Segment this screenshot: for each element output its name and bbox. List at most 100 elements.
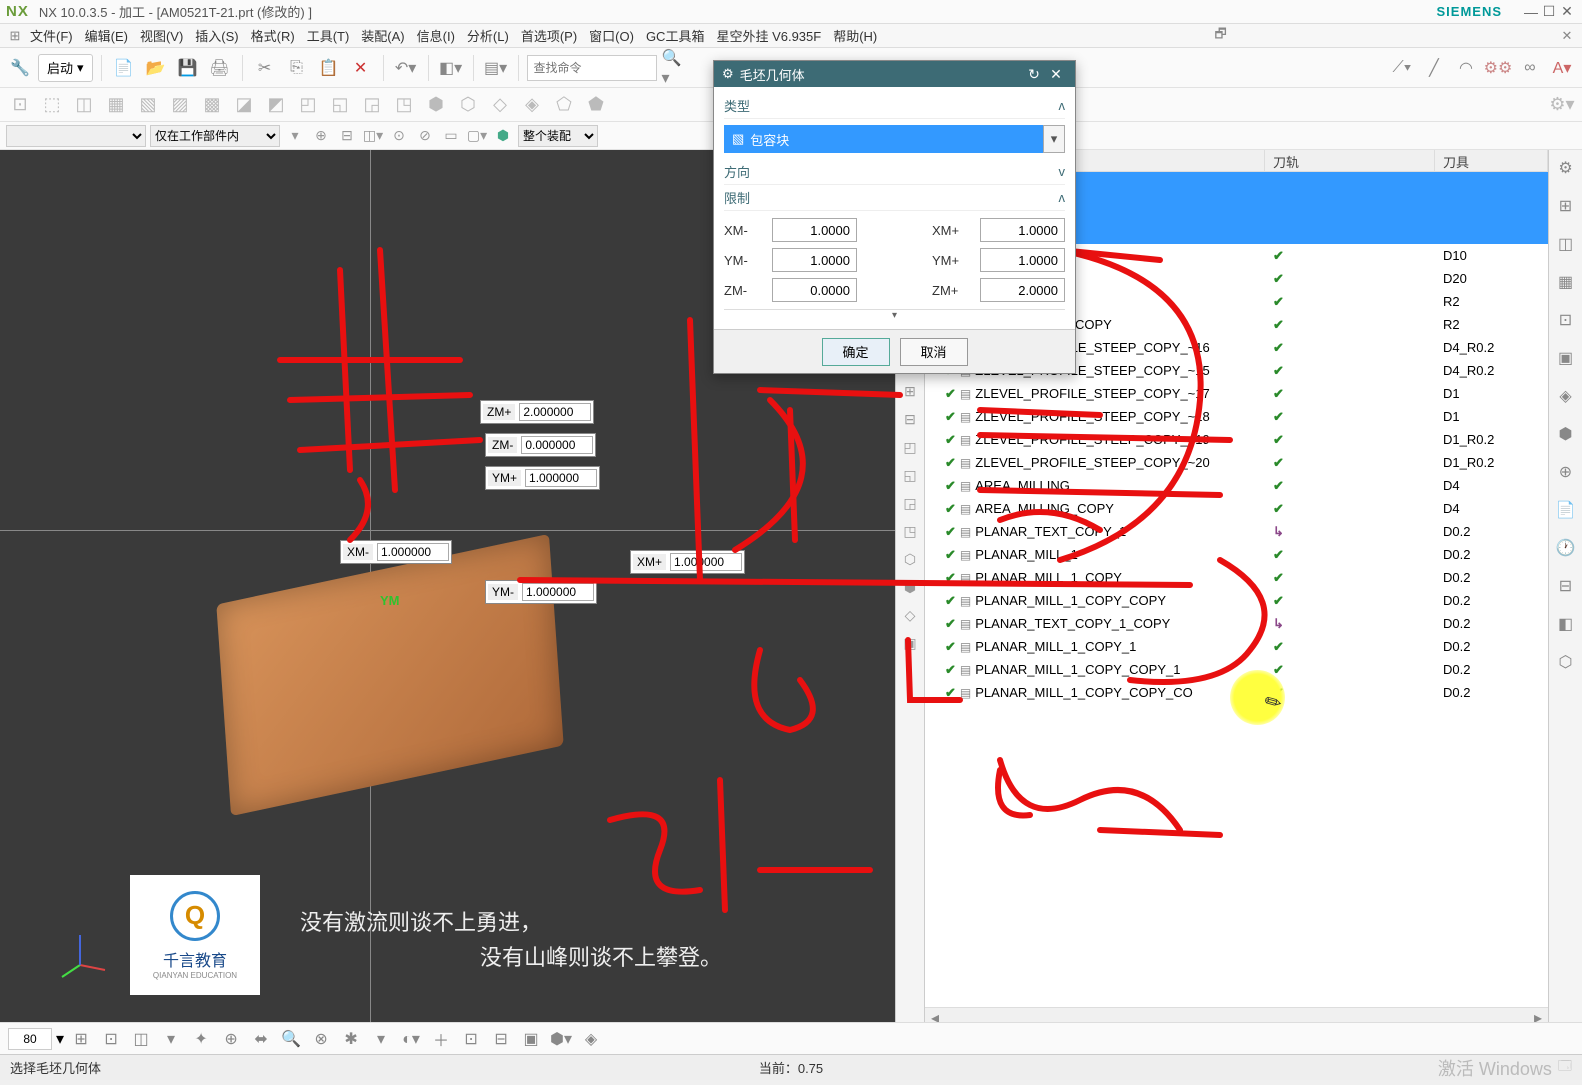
bt-icon[interactable]: ⊟ bbox=[488, 1026, 514, 1052]
sel-icon-7[interactable]: ▭ bbox=[440, 125, 462, 147]
tool-icon-10[interactable]: ◰ bbox=[294, 91, 322, 119]
bt-icon[interactable]: ＋ bbox=[428, 1026, 454, 1052]
clock-icon[interactable]: 🕐 bbox=[1554, 536, 1578, 560]
tool-icon-15[interactable]: ⬡ bbox=[454, 91, 482, 119]
bt-icon[interactable]: ⬌ bbox=[248, 1026, 274, 1052]
menu-prefs[interactable]: 首选项(P) bbox=[515, 26, 583, 45]
bt-icon[interactable]: ⊡ bbox=[458, 1026, 484, 1052]
start-dropdown[interactable]: 启动▾ bbox=[38, 54, 93, 82]
vb-icon[interactable]: ◰ bbox=[899, 436, 921, 458]
vb-icon[interactable]: ⊞ bbox=[899, 380, 921, 402]
vb-icon[interactable]: ◇ bbox=[899, 604, 921, 626]
vb-icon[interactable]: ◱ bbox=[899, 464, 921, 486]
bt-icon[interactable]: ✱ bbox=[338, 1026, 364, 1052]
tool-icon-5[interactable]: ▧ bbox=[134, 91, 162, 119]
tool-icon-14[interactable]: ⬢ bbox=[422, 91, 450, 119]
copy-icon[interactable]: ⎘ bbox=[283, 54, 311, 82]
delete-icon[interactable]: ✕ bbox=[347, 54, 375, 82]
tree-row[interactable]: ✔▤ZLEVEL_PROFILE_STEEP_COPY_~17✔D1 bbox=[925, 382, 1548, 405]
dialog-titlebar[interactable]: ⚙ 毛坯几何体 ↻ ✕ bbox=[714, 61, 1075, 87]
paste-icon[interactable]: 📋 bbox=[315, 54, 343, 82]
new-icon[interactable]: 📄 bbox=[110, 54, 138, 82]
view-cube-icon[interactable]: ◧▾ bbox=[437, 54, 465, 82]
nav-icon[interactable]: ⬡ bbox=[1554, 650, 1578, 674]
tree-row[interactable]: ✔▤PLANAR_MILL_1✔D0.2 bbox=[925, 543, 1548, 566]
arc-icon[interactable]: ◠ bbox=[1452, 54, 1480, 82]
sel-icon-6[interactable]: ⊘ bbox=[414, 125, 436, 147]
xm-minus-input[interactable] bbox=[772, 218, 857, 242]
zm-plus-input[interactable] bbox=[980, 278, 1065, 302]
page-icon[interactable]: 📄 bbox=[1554, 498, 1578, 522]
tree-row[interactable]: ✔▤PLANAR_MILL_1_COPY_COPY✔D0.2 bbox=[925, 589, 1548, 612]
sel-icon-5[interactable]: ⊙ bbox=[388, 125, 410, 147]
cancel-button[interactable]: 取消 bbox=[900, 338, 968, 366]
line-icon[interactable]: ╱ bbox=[1420, 54, 1448, 82]
tree-row[interactable]: ✔▤ZLEVEL_PROFILE_STEEP_COPY_~18✔D1 bbox=[925, 405, 1548, 428]
gears-icon[interactable]: ⚙⚙ bbox=[1484, 54, 1512, 82]
menu-bar[interactable]: ⊞ 文件(F) 编辑(E) 视图(V) 插入(S) 格式(R) 工具(T) 装配… bbox=[0, 24, 1582, 48]
bt-icon[interactable]: ◈ bbox=[578, 1026, 604, 1052]
vb-icon[interactable]: ◳ bbox=[899, 520, 921, 542]
tool-icon-6[interactable]: ▨ bbox=[166, 91, 194, 119]
bt-icon[interactable]: ⬢▾ bbox=[548, 1026, 574, 1052]
open-icon[interactable]: 📂 bbox=[142, 54, 170, 82]
vb-icon[interactable]: ◲ bbox=[899, 492, 921, 514]
float-zm-minus[interactable]: ZM- bbox=[485, 433, 596, 457]
float-ym-plus[interactable]: YM+ bbox=[485, 466, 600, 490]
tool-icon-12[interactable]: ◲ bbox=[358, 91, 386, 119]
tree-row[interactable]: ✔▤PLANAR_MILL_1_COPY✔D0.2 bbox=[925, 566, 1548, 589]
bt-icon[interactable]: ▣ bbox=[518, 1026, 544, 1052]
wrench-icon[interactable]: 🔧 bbox=[6, 54, 34, 82]
ok-button[interactable]: 确定 bbox=[822, 338, 890, 366]
bt-icon[interactable]: ⊕ bbox=[218, 1026, 244, 1052]
menu-format[interactable]: 格式(R) bbox=[245, 26, 301, 45]
tree-row[interactable]: ✔▤ZLEVEL_PROFILE_STEEP_COPY_~19✔D1_R0.2 bbox=[925, 428, 1548, 451]
bt-icon[interactable]: ⊞ bbox=[68, 1026, 94, 1052]
float-zm-plus[interactable]: ZM+ bbox=[480, 400, 594, 424]
vb-icon[interactable]: ⬡ bbox=[899, 548, 921, 570]
nav-icon[interactable]: ◈ bbox=[1554, 384, 1578, 408]
tree-row[interactable]: ✔▤PLANAR_MILL_1_COPY_1✔D0.2 bbox=[925, 635, 1548, 658]
menu-file[interactable]: 文件(F) bbox=[24, 26, 79, 45]
vb-icon[interactable]: ⬢ bbox=[899, 576, 921, 598]
ym-minus-input[interactable] bbox=[772, 248, 857, 272]
minimize-button[interactable]: — bbox=[1522, 4, 1540, 20]
menu-info[interactable]: 信息(I) bbox=[411, 26, 461, 45]
sel-icon-8[interactable]: ▢▾ bbox=[466, 125, 488, 147]
menu-window[interactable]: 窗口(O) bbox=[583, 26, 640, 45]
blank-geometry-dialog[interactable]: ⚙ 毛坯几何体 ↻ ✕ 类型 ʌ ▧包容块 ▾ 方向 v 限制 ʌ XM- XM… bbox=[713, 60, 1076, 374]
ym-plus-input[interactable] bbox=[980, 248, 1065, 272]
tool-icon-3[interactable]: ◫ bbox=[70, 91, 98, 119]
child-close-icon[interactable]: ✕ bbox=[1558, 28, 1576, 44]
float-xm-plus[interactable]: XM+ bbox=[630, 550, 745, 574]
dialog-expand-handle[interactable]: ▾ bbox=[724, 309, 1065, 323]
bt-icon[interactable]: ▾ bbox=[368, 1026, 394, 1052]
float-xm-minus[interactable]: XM- bbox=[340, 540, 452, 564]
menu-assembly[interactable]: 装配(A) bbox=[355, 26, 410, 45]
bt-icon[interactable]: ⊗ bbox=[308, 1026, 334, 1052]
tool-icon-18[interactable]: ⬠ bbox=[550, 91, 578, 119]
dropdown-arrow-icon[interactable]: ▾ bbox=[1043, 125, 1065, 153]
sel-icon-2[interactable]: ⊕ bbox=[310, 125, 332, 147]
command-search[interactable] bbox=[527, 55, 657, 81]
tool-icon-4[interactable]: ▦ bbox=[102, 91, 130, 119]
sel-scope-2[interactable]: 整个装配 bbox=[518, 125, 598, 147]
chevron-up-icon[interactable]: ʌ bbox=[1059, 190, 1066, 205]
float-input[interactable] bbox=[522, 583, 594, 601]
tool-icon-19[interactable]: ⬟ bbox=[582, 91, 610, 119]
float-input[interactable] bbox=[519, 403, 591, 421]
section-direction[interactable]: 方向 v bbox=[724, 159, 1065, 185]
tool-icon-r1[interactable]: ⚙▾ bbox=[1548, 91, 1576, 119]
sel-icon-3[interactable]: ⊟ bbox=[336, 125, 358, 147]
tree-row[interactable]: ✔▤PLANAR_TEXT_COPY_1_COPY↳D0.2 bbox=[925, 612, 1548, 635]
undo-icon[interactable]: ↶▾ bbox=[392, 54, 420, 82]
menu-insert[interactable]: 插入(S) bbox=[189, 26, 244, 45]
float-input[interactable] bbox=[521, 436, 593, 454]
cut-icon[interactable]: ✂ bbox=[251, 54, 279, 82]
bt-icon[interactable]: ◐▾ bbox=[398, 1026, 424, 1052]
bt-icon[interactable]: ▾ bbox=[158, 1026, 184, 1052]
float-input[interactable] bbox=[670, 553, 742, 571]
dialog-reset-icon[interactable]: ↻ bbox=[1023, 66, 1045, 83]
gear-icon[interactable]: ⚙ bbox=[1554, 156, 1578, 180]
xm-plus-input[interactable] bbox=[980, 218, 1065, 242]
